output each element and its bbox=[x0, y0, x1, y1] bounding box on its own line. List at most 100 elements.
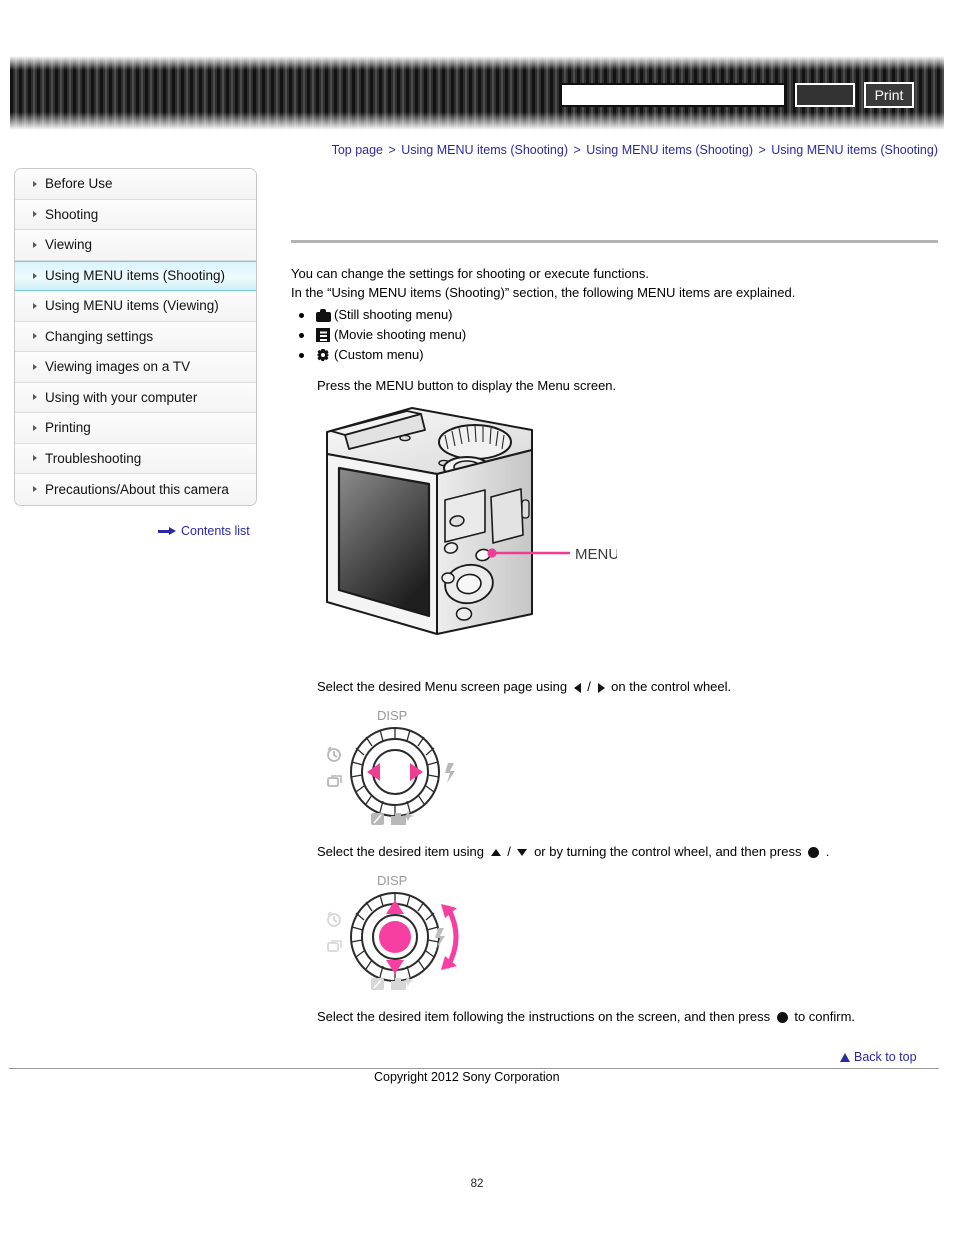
step-3-text: Select the desired item using / or by tu… bbox=[317, 842, 938, 862]
chevron-right-icon bbox=[33, 333, 37, 340]
bullet-dot-icon bbox=[299, 332, 304, 338]
breadcrumb: Top page > Using MENU items (Shooting) >… bbox=[294, 142, 938, 159]
camera-menu-callout-label: MENU bbox=[575, 546, 617, 563]
center-button-icon bbox=[776, 1012, 788, 1024]
sidebar-item-precautions-about-this-camera[interactable]: Precautions/About this camera bbox=[15, 474, 256, 505]
header-controls: Print bbox=[560, 82, 914, 108]
bullet-dot-icon bbox=[299, 352, 304, 358]
search-button[interactable] bbox=[795, 83, 855, 107]
step-3-end: . bbox=[825, 844, 830, 859]
step-2-post: on the control wheel. bbox=[611, 679, 732, 694]
wheel-rotate-arrow-icon bbox=[445, 905, 459, 969]
contents-list-label: Contents list bbox=[181, 524, 250, 538]
list-item-label: (Movie shooting menu) bbox=[334, 327, 467, 342]
wheel-disp-label: DISP bbox=[377, 873, 407, 888]
main-content: You can change the settings for shooting… bbox=[291, 240, 938, 1027]
search-input[interactable] bbox=[560, 83, 786, 107]
sidebar-item-label: Viewing images on a TV bbox=[45, 359, 191, 375]
sidebar-item-label: Using with your computer bbox=[45, 389, 198, 405]
drive-mode-icon bbox=[327, 940, 342, 952]
self-timer-icon bbox=[327, 911, 341, 927]
bullet-dot-icon bbox=[299, 312, 304, 318]
back-to-top-link[interactable]: Back to top bbox=[840, 1050, 917, 1064]
breadcrumb-item-1[interactable]: Using MENU items (Shooting) bbox=[401, 143, 568, 157]
movie-film-icon bbox=[315, 327, 331, 343]
footer-divider bbox=[9, 1068, 939, 1069]
wheel-center-button-icon bbox=[379, 921, 411, 953]
sidebar-item-label: Before Use bbox=[45, 176, 113, 192]
breadcrumb-item-top-page[interactable]: Top page bbox=[332, 143, 383, 157]
chevron-right-icon bbox=[33, 455, 37, 462]
step-2-text: Select the desired Menu screen page usin… bbox=[317, 677, 938, 697]
sidebar-item-before-use[interactable]: Before Use bbox=[15, 169, 256, 200]
breadcrumb-separator: > bbox=[388, 143, 396, 157]
arrow-up-icon bbox=[490, 849, 501, 857]
chevron-right-icon bbox=[33, 302, 37, 309]
step-3-mid: / bbox=[507, 844, 511, 859]
chevron-right-icon bbox=[33, 486, 37, 493]
chevron-right-icon bbox=[33, 424, 37, 431]
sidebar-item-shooting[interactable]: Shooting bbox=[15, 199, 256, 230]
sidebar-item-label: Printing bbox=[45, 420, 91, 436]
print-button[interactable]: Print bbox=[864, 82, 914, 108]
copyright-text: Copyright 2012 Sony Corporation bbox=[374, 1070, 560, 1084]
page-number: 82 bbox=[470, 1178, 484, 1190]
sidebar-item-viewing-images-on-a-tv[interactable]: Viewing images on a TV bbox=[15, 352, 256, 383]
step-2-mid: / bbox=[587, 679, 591, 694]
sidebar-item-viewing[interactable]: Viewing bbox=[15, 230, 256, 261]
center-button-icon bbox=[808, 847, 820, 859]
sidebar-item-label: Using MENU items (Viewing) bbox=[45, 298, 219, 314]
sidebar-item-using-menu-items-shooting[interactable]: Using MENU items (Shooting) bbox=[15, 260, 256, 291]
sidebar-nav: Before Use Shooting Viewing Using MENU i… bbox=[14, 168, 257, 506]
exposure-comp-icon bbox=[371, 813, 384, 825]
contents-list-link[interactable]: Contents list bbox=[158, 524, 250, 538]
chevron-right-icon bbox=[33, 241, 37, 248]
exposure-comp-icon bbox=[371, 978, 384, 990]
step-3-post: or by turning the control wheel, and the… bbox=[534, 844, 802, 859]
sidebar-item-label: Troubleshooting bbox=[45, 450, 142, 466]
sidebar-item-label: Changing settings bbox=[45, 328, 154, 344]
menu-type-list: (Still shooting menu) (Movie shooting me… bbox=[291, 305, 938, 365]
step-3-pre: Select the desired item using bbox=[317, 844, 484, 859]
arrow-right-icon bbox=[158, 526, 176, 536]
chevron-right-icon bbox=[33, 211, 37, 218]
sidebar-item-changing-settings[interactable]: Changing settings bbox=[15, 321, 256, 352]
flash-icon bbox=[445, 763, 455, 783]
list-item: (Custom menu) bbox=[291, 345, 938, 365]
camera-illustration: MENU bbox=[317, 402, 938, 677]
wheel-disp-label: DISP bbox=[377, 708, 407, 723]
arrow-down-icon bbox=[517, 849, 528, 857]
back-to-top-label: Back to top bbox=[854, 1050, 917, 1064]
breadcrumb-item-2[interactable]: Using MENU items (Shooting) bbox=[586, 143, 753, 157]
sidebar-item-troubleshooting[interactable]: Troubleshooting bbox=[15, 443, 256, 474]
step-4-pre: Select the desired item following the in… bbox=[317, 1009, 771, 1024]
sidebar-item-label: Viewing bbox=[45, 237, 93, 253]
sidebar-item-label: Using MENU items (Shooting) bbox=[45, 268, 226, 284]
chevron-right-icon bbox=[33, 394, 37, 401]
control-wheel-left-right-illustration: DISP bbox=[317, 705, 938, 838]
breadcrumb-item-current: Using MENU items (Shooting) bbox=[771, 143, 938, 157]
control-wheel-up-down-illustration: DISP bbox=[317, 870, 938, 1003]
step-2-pre: Select the desired Menu screen page usin… bbox=[317, 679, 568, 694]
chevron-right-icon bbox=[33, 363, 37, 370]
chevron-right-icon bbox=[33, 272, 37, 279]
drive-mode-icon bbox=[327, 775, 342, 787]
triangle-up-icon bbox=[840, 1052, 850, 1062]
list-item: (Movie shooting menu) bbox=[291, 325, 938, 345]
intro-line-2: In the “Using MENU items (Shooting)” sec… bbox=[291, 285, 796, 300]
sidebar-item-printing[interactable]: Printing bbox=[15, 413, 256, 444]
sidebar-item-using-menu-items-viewing[interactable]: Using MENU items (Viewing) bbox=[15, 291, 256, 322]
sidebar-item-label: Precautions/About this camera bbox=[45, 481, 229, 497]
chevron-right-icon bbox=[33, 180, 37, 187]
intro-line-1: You can change the settings for shooting… bbox=[291, 266, 649, 281]
sidebar-item-using-with-your-computer[interactable]: Using with your computer bbox=[15, 382, 256, 413]
content-divider bbox=[291, 240, 938, 243]
list-item-label: (Still shooting menu) bbox=[334, 307, 453, 322]
still-camera-icon bbox=[315, 307, 331, 323]
arrow-right-icon bbox=[597, 682, 605, 693]
sidebar-item-label: Shooting bbox=[45, 206, 99, 222]
step-1-text: Press the MENU button to display the Men… bbox=[317, 378, 617, 393]
breadcrumb-separator: > bbox=[758, 143, 766, 157]
list-item: (Still shooting menu) bbox=[291, 305, 938, 325]
breadcrumb-separator: > bbox=[573, 143, 581, 157]
